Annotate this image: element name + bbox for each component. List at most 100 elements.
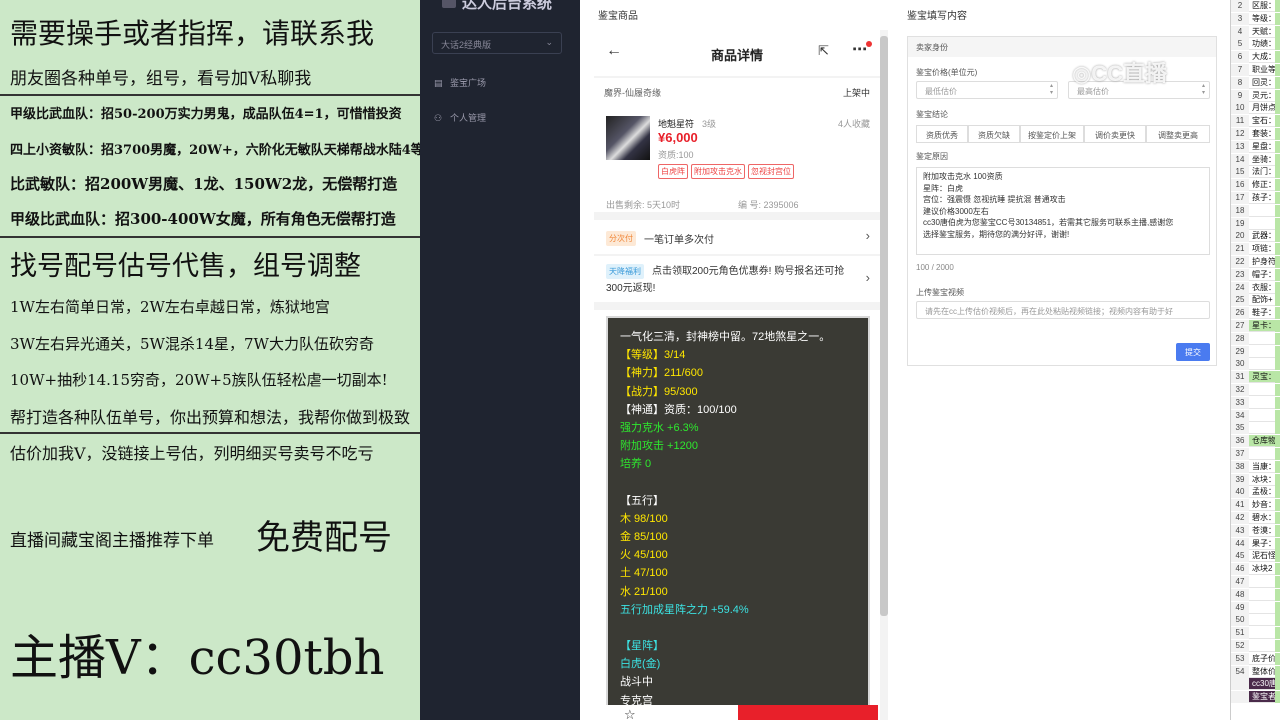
sheet-row[interactable]: 24 衣服： <box>1231 281 1280 294</box>
sheet-row-label: 月饼点 <box>1252 103 1276 113</box>
stepper-icon[interactable]: ▴ ▾ <box>1202 83 1205 97</box>
sheet-row-label: 孟极： <box>1252 487 1276 497</box>
sheet-row-label: 冰块2 <box>1252 564 1273 574</box>
sheet-row[interactable]: 16 修正： <box>1231 179 1280 192</box>
sheet-row[interactable]: 11 宝石： <box>1231 115 1280 128</box>
sheet-row[interactable]: 17 孩子： <box>1231 192 1280 204</box>
sheet-row[interactable]: 33 <box>1231 396 1280 409</box>
reason-line: 选择鉴宝服务，期待您的满分好评，谢谢! <box>923 229 1070 239</box>
video-link-input[interactable]: 请先在cc上传估价视频后，再在此处粘贴视频链接；视频内容有助于好 <box>916 301 1210 319</box>
sheet-row[interactable]: 26 鞋子： <box>1231 307 1280 320</box>
sidebar-item-label: 个人管理 <box>450 113 487 123</box>
conclusion-option[interactable]: 资质优秀 <box>916 125 968 143</box>
sheet-row[interactable]: 49 <box>1231 601 1280 614</box>
sheet-row[interactable]: 22 护身符 <box>1231 256 1280 268</box>
desc-metal: 金 85/100 <box>620 531 668 544</box>
min-price-input[interactable]: 最低估价 ▴ ▾ <box>916 81 1058 99</box>
more-icon[interactable]: ⋯ <box>852 40 867 58</box>
sheet-row[interactable]: 44 果子： <box>1231 537 1280 550</box>
sheet-row[interactable]: 14 坐骑： <box>1231 153 1280 166</box>
sheet-row[interactable]: 2 区服： <box>1231 0 1280 12</box>
submit-button[interactable]: 提交 <box>1176 343 1210 361</box>
sheet-row[interactable]: 35 <box>1231 422 1280 435</box>
installment-row[interactable]: 分次付 一笔订单多次付 › <box>594 220 880 254</box>
star-icon[interactable]: ☆ <box>624 707 636 720</box>
sheet-row[interactable]: 5 功绩： <box>1231 38 1280 51</box>
sheet-row[interactable]: 46 冰块2 <box>1231 563 1280 576</box>
spreadsheet-panel: 2 区服： 3 等级： 4 天赋： 5 功绩： 6 大成： 7 职业等 8 回灵： 9 灵元： 10 月饼点 11 宝… <box>1230 0 1280 720</box>
sheet-row[interactable]: 29 <box>1231 345 1280 358</box>
phone-scrollbar[interactable] <box>880 36 888 616</box>
sheet-row[interactable]: 10 月饼点 <box>1231 102 1280 115</box>
sheet-row[interactable]: 18 <box>1231 204 1280 217</box>
sheet-row[interactable]: 45 泥石怪 <box>1231 550 1280 563</box>
sheet-row[interactable]: 30 <box>1231 358 1280 371</box>
sheet-row-label: 底子价 <box>1252 653 1276 663</box>
sheet-row[interactable]: 28 <box>1231 332 1280 345</box>
sheet-cell-fill <box>1275 140 1280 153</box>
sheet-row-number: 22 <box>1231 256 1249 268</box>
sheet-row[interactable]: 9 灵元： <box>1231 89 1280 102</box>
conclusion-option[interactable]: 调整卖更高 <box>1146 125 1210 143</box>
sheet-cell-fill <box>1275 537 1280 550</box>
sheet-row-label: 妙音： <box>1252 500 1276 510</box>
sheet-row[interactable]: 42 碧水： <box>1231 512 1280 524</box>
game-select[interactable]: 大话2经典版 ⌄ <box>432 32 562 54</box>
sheet-row[interactable]: 38 当康： <box>1231 460 1280 473</box>
sheet-row[interactable]: 47 <box>1231 576 1280 588</box>
sheet-row[interactable]: 32 <box>1231 384 1280 396</box>
conclusion-option[interactable]: 按鉴定价上架 <box>1020 125 1084 143</box>
sheet-row[interactable]: 31 灵宝： <box>1231 371 1280 384</box>
sheet-row[interactable]: 36 仓库物 <box>1231 435 1280 448</box>
sheet-cell-fill <box>1275 512 1280 524</box>
sheet-row-label: 果子： <box>1252 538 1276 548</box>
sheet-row[interactable]: 37 <box>1231 448 1280 460</box>
grid-icon: ▤ <box>434 78 443 88</box>
share-icon[interactable]: ⇱ <box>818 43 829 59</box>
sheet-row[interactable]: 52 <box>1231 640 1280 652</box>
sheet-row[interactable]: 20 武器： <box>1231 230 1280 243</box>
sheet-row[interactable]: 13 星盘： <box>1231 140 1280 153</box>
sheet-row[interactable]: 41 妙音： <box>1231 499 1280 512</box>
sheet-cell-fill <box>1275 320 1280 332</box>
reason-textarea[interactable]: 附加攻击克水 100资质 星阵：白虎 宫位：强震慑 忽视抗睡 提抗混 普通攻击 … <box>916 167 1210 255</box>
promo-line: 甲级比武血队：招50-200万实力男鬼，成品队伍4=1，可惜惜投资 <box>10 107 402 122</box>
sheet-row[interactable]: 48 <box>1231 588 1280 601</box>
sheet-row[interactable]: cc30唐 <box>1231 678 1280 691</box>
conclusion-option[interactable]: 资质欠缺 <box>968 125 1020 143</box>
sheet-row[interactable]: 21 项链： <box>1231 243 1280 256</box>
stepper-icon[interactable]: ▴ ▾ <box>1050 83 1053 97</box>
sheet-row[interactable]: 6 大成： <box>1231 51 1280 64</box>
conclusion-option[interactable]: 调价卖更快 <box>1084 125 1146 143</box>
sheet-row[interactable]: 53 底子价 <box>1231 652 1280 665</box>
desc-fire: 火 45/100 <box>620 549 668 562</box>
sheet-row-label: cc30唐 <box>1252 679 1277 689</box>
sheet-row[interactable]: 51 <box>1231 627 1280 640</box>
sheet-row[interactable]: 15 法门： <box>1231 166 1280 179</box>
sheet-row[interactable]: 54 整体价 <box>1231 665 1280 678</box>
sheet-row[interactable]: 39 冰块： <box>1231 473 1280 486</box>
sheet-row[interactable]: 12 套装： <box>1231 128 1280 140</box>
sheet-cell-fill <box>1275 76 1280 89</box>
sheet-row[interactable]: 8 回灵： <box>1231 76 1280 89</box>
buy-button[interactable] <box>738 705 878 720</box>
sheet-row[interactable]: 25 配饰+ <box>1231 294 1280 307</box>
sidebar-item-personal[interactable]: ⚇ 个人管理 <box>434 111 486 124</box>
sheet-cell-fill <box>1275 499 1280 512</box>
sheet-row[interactable]: 鉴宝者 <box>1231 691 1280 704</box>
sheet-row[interactable]: 3 等级： <box>1231 12 1280 25</box>
sheet-row-number: 37 <box>1231 448 1249 460</box>
sheet-row[interactable]: 4 天赋： <box>1231 25 1280 38</box>
conclusion-label: 鉴宝结论 <box>916 110 948 119</box>
sheet-row[interactable]: 19 <box>1231 217 1280 230</box>
sidebar-item-appraisal-plaza[interactable]: ▤ 鉴宝广场 <box>434 76 486 89</box>
sheet-row[interactable]: 50 <box>1231 614 1280 627</box>
sheet-row[interactable]: 27 星卡： <box>1231 320 1280 332</box>
sheet-row[interactable]: 43 苍漠： <box>1231 524 1280 537</box>
sheet-row-number: 26 <box>1231 307 1249 320</box>
sheet-row[interactable]: 40 孟极： <box>1231 486 1280 499</box>
sheet-row[interactable]: 7 职业等 <box>1231 64 1280 76</box>
sheet-row[interactable]: 23 帽子： <box>1231 268 1280 281</box>
sheet-row[interactable]: 34 <box>1231 409 1280 422</box>
coupon-row[interactable]: 天降福利 点击领取200元角色优惠券! 购号报名还可抢300元返现! › <box>594 256 880 302</box>
